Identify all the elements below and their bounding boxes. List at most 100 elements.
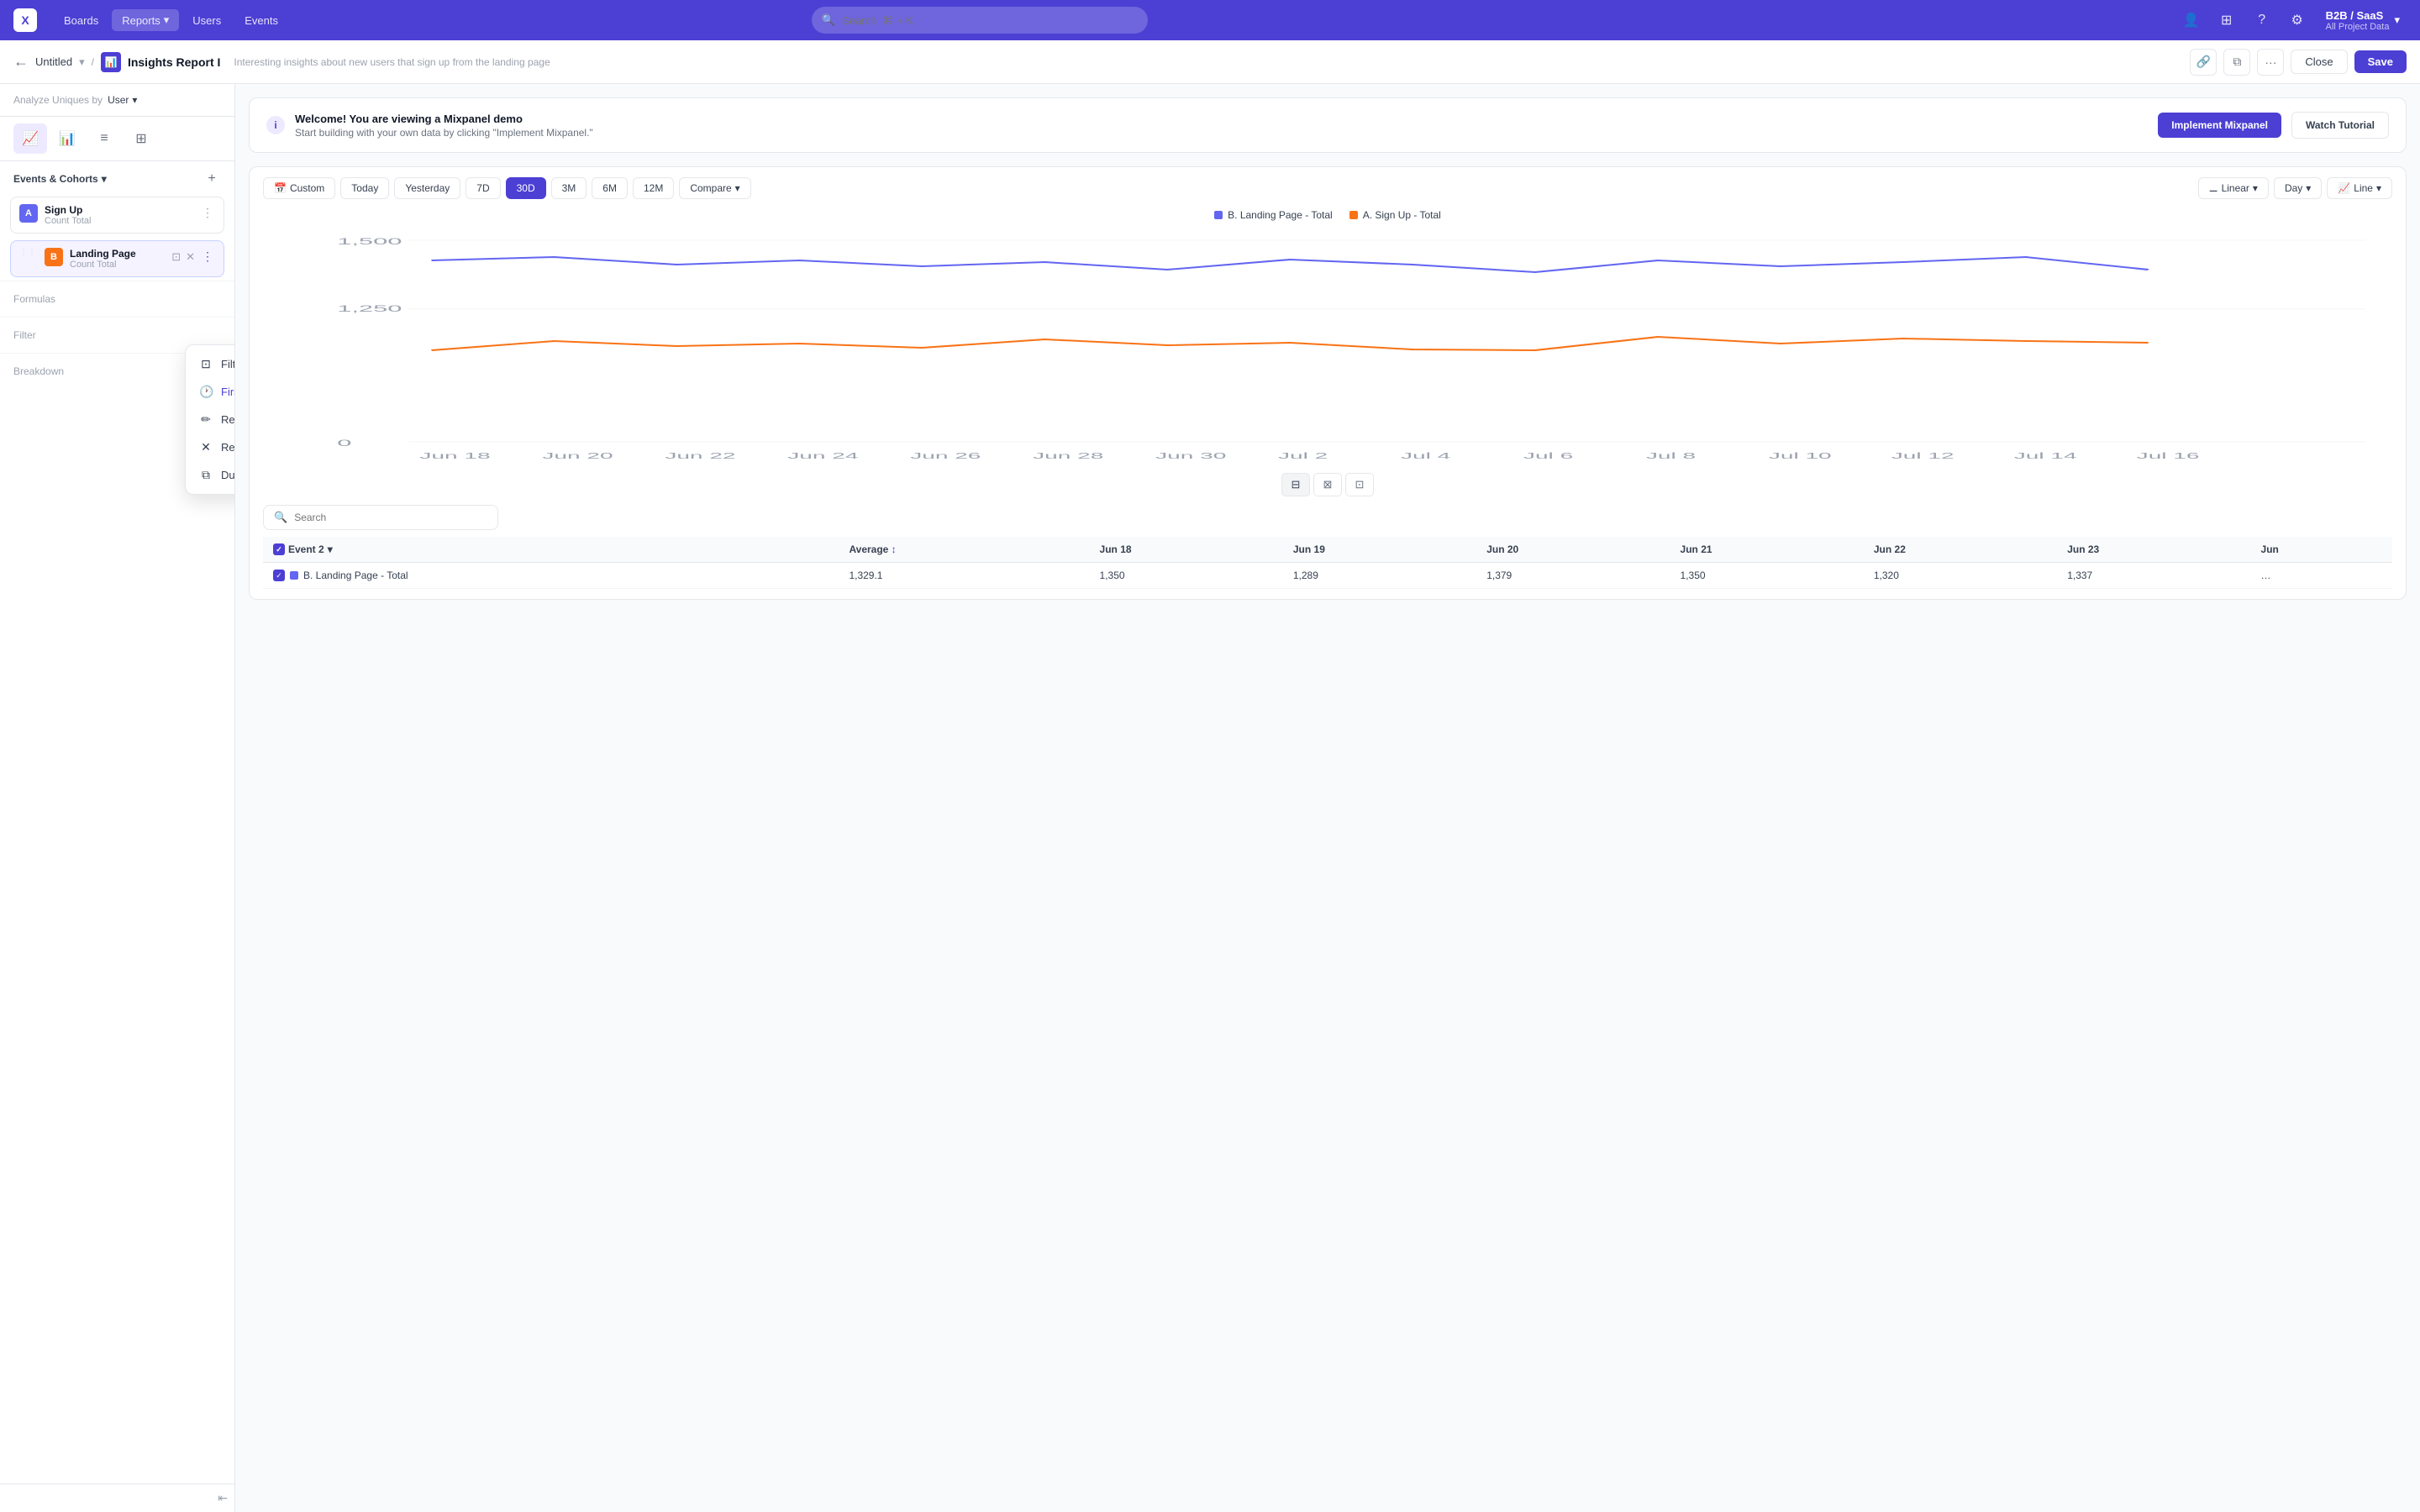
legend-dot-b <box>1214 211 1223 219</box>
svg-text:0: 0 <box>337 438 351 448</box>
chevron-down-icon: ▾ <box>132 94 137 106</box>
watch-tutorial-button[interactable]: Watch Tutorial <box>2291 112 2389 139</box>
workspace-button[interactable]: B2B / SaaS All Project Data ▾ <box>2319 6 2407 35</box>
close-button[interactable]: Close <box>2291 50 2347 74</box>
remove-event-icon[interactable]: ✕ <box>186 250 195 264</box>
row-checkbox[interactable] <box>273 570 285 581</box>
table-view-compact[interactable]: ⊠ <box>1313 473 1342 496</box>
event-info-landing: Landing Page Count Total <box>70 248 165 270</box>
row-average: 1,329.1 <box>839 563 1089 589</box>
svg-text:Jul 2: Jul 2 <box>1278 451 1328 460</box>
breadcrumb-actions: 🔗 ⧉ ··· Close Save <box>2190 49 2407 76</box>
nav-users[interactable]: Users <box>182 9 231 31</box>
interval-button[interactable]: Day ▾ <box>2274 177 2322 199</box>
chevron-down-icon: ▾ <box>102 173 107 185</box>
duplicate-button[interactable]: ⧉ <box>2223 49 2250 76</box>
link-button[interactable]: 🔗 <box>2190 49 2217 76</box>
svg-text:Jul 8: Jul 8 <box>1646 451 1696 460</box>
table-search-input[interactable] <box>294 512 462 523</box>
report-description: Interesting insights about new users tha… <box>234 56 550 68</box>
person-search-icon[interactable]: 👤 <box>2178 7 2205 34</box>
event-name-landing: Landing Page <box>70 248 165 260</box>
menu-item-filter[interactable]: ⊡ Filter <box>191 350 235 378</box>
search-bar[interactable]: 🔍 <box>812 7 1148 34</box>
formulas-section: Formulas <box>0 281 234 317</box>
clock-icon: 🕐 <box>199 385 213 399</box>
date-7d[interactable]: 7D <box>466 177 500 199</box>
svg-text:Jul 4: Jul 4 <box>1401 451 1451 460</box>
date-today[interactable]: Today <box>340 177 389 199</box>
date-12m[interactable]: 12M <box>633 177 674 199</box>
col-jun22: Jun 22 <box>1864 537 2057 563</box>
chart-type-line[interactable]: 📈 <box>13 123 47 154</box>
grid-icon[interactable]: ⊞ <box>2213 7 2240 34</box>
svg-text:Jul 10: Jul 10 <box>1769 451 1832 460</box>
menu-item-rename[interactable]: ✏ Rename <box>191 406 235 433</box>
row-name: B. Landing Page - Total <box>263 563 839 589</box>
svg-text:Jun 18: Jun 18 <box>419 451 490 460</box>
date-30d[interactable]: 30D <box>506 177 546 199</box>
chart-type-funnel[interactable]: ≡ <box>87 123 121 154</box>
events-section-title[interactable]: Events & Cohorts ▾ <box>13 173 107 185</box>
menu-item-remove[interactable]: ✕ Remove <box>191 433 235 461</box>
date-yesterday[interactable]: Yesterday <box>394 177 460 199</box>
chart-type-grid[interactable]: ⊞ <box>124 123 158 154</box>
nav-boards[interactable]: Boards <box>54 9 108 31</box>
event-menu-landing[interactable]: ⋮ <box>200 248 215 265</box>
collapse-sidebar-button[interactable]: ⇤ <box>218 1491 228 1505</box>
event-info-signup: Sign Up Count Total <box>45 204 193 226</box>
select-all-checkbox[interactable] <box>273 543 285 555</box>
parent-breadcrumb[interactable]: Untitled <box>35 55 72 68</box>
logo-icon[interactable]: X <box>13 8 37 32</box>
save-button[interactable]: Save <box>2354 50 2407 73</box>
nav-reports[interactable]: Reports ▾ <box>112 9 179 31</box>
breadcrumb-dropdown-icon[interactable]: ▾ <box>79 55 85 69</box>
col-event[interactable]: Event 2 ▾ <box>263 537 839 563</box>
nav-events[interactable]: Events <box>234 9 288 31</box>
col-jun20: Jun 20 <box>1476 537 1670 563</box>
sort-icon: ↕ <box>892 543 897 555</box>
search-icon: 🔍 <box>822 13 835 27</box>
event-item-landing: ⋮⋮ B Landing Page Count Total ⊡ ✕ ⋮ <box>10 240 224 277</box>
menu-item-first-time-filter[interactable]: 🕐 First Time Filter <box>191 378 235 406</box>
table-search-bar[interactable]: 🔍 <box>263 505 498 530</box>
svg-text:Jun 30: Jun 30 <box>1155 451 1226 460</box>
duplicate-icon: ⧉ <box>199 468 213 482</box>
add-event-button[interactable]: + <box>203 170 221 188</box>
filter-label[interactable]: Filter <box>13 324 221 346</box>
table-view-minimal[interactable]: ⊡ <box>1345 473 1374 496</box>
search-input[interactable] <box>842 14 1138 27</box>
drag-handle[interactable]: ⋮⋮ <box>19 248 36 257</box>
breadcrumb: ← Untitled ▾ / 📊 Insights Report I Inter… <box>0 40 2420 84</box>
chart-type-button[interactable]: 📈 Line ▾ <box>2327 177 2392 199</box>
compare-button[interactable]: Compare ▾ <box>679 177 750 199</box>
event-menu-signup[interactable]: ⋮ <box>200 204 215 222</box>
back-button[interactable]: ← <box>13 53 29 71</box>
legend-item-a: A. Sign Up - Total <box>1349 209 1441 221</box>
menu-item-duplicate[interactable]: ⧉ Duplicate <box>191 461 235 489</box>
more-button[interactable]: ··· <box>2257 49 2284 76</box>
chevron-down-icon: ▾ <box>2306 182 2311 194</box>
chevron-down-icon: ▾ <box>2376 182 2381 194</box>
table-view-full[interactable]: ⊟ <box>1281 473 1310 496</box>
col-average[interactable]: Average ↕ <box>839 537 1089 563</box>
settings-icon[interactable]: ⚙ <box>2284 7 2311 34</box>
help-icon[interactable]: ? <box>2249 7 2275 34</box>
chevron-down-icon[interactable]: ▾ <box>328 543 333 555</box>
col-jun23: Jun 23 <box>2057 537 2250 563</box>
event-sub-signup: Count Total <box>45 216 193 226</box>
analyze-by-button[interactable]: User ▾ <box>108 94 137 106</box>
nav-right: 👤 ⊞ ? ⚙ B2B / SaaS All Project Data ▾ <box>2178 6 2407 35</box>
date-3m[interactable]: 3M <box>551 177 587 199</box>
filter-icon[interactable]: ⊡ <box>171 250 181 264</box>
formulas-label[interactable]: Formulas <box>13 288 221 310</box>
scale-button[interactable]: ⚊ Linear ▾ <box>2198 177 2269 199</box>
implement-button[interactable]: Implement Mixpanel <box>2158 113 2281 138</box>
chart-svg: 1,500 1,250 0 Jun 18 Jun 20 Jun 22 Jun 2… <box>266 228 2389 463</box>
date-6m[interactable]: 6M <box>592 177 628 199</box>
date-custom[interactable]: 📅 Custom <box>263 177 335 199</box>
filter-menu-icon: ⊡ <box>199 357 213 371</box>
svg-text:1,500: 1,500 <box>337 236 402 246</box>
chart-type-bar[interactable]: 📊 <box>50 123 84 154</box>
svg-text:Jun 22: Jun 22 <box>665 451 735 460</box>
